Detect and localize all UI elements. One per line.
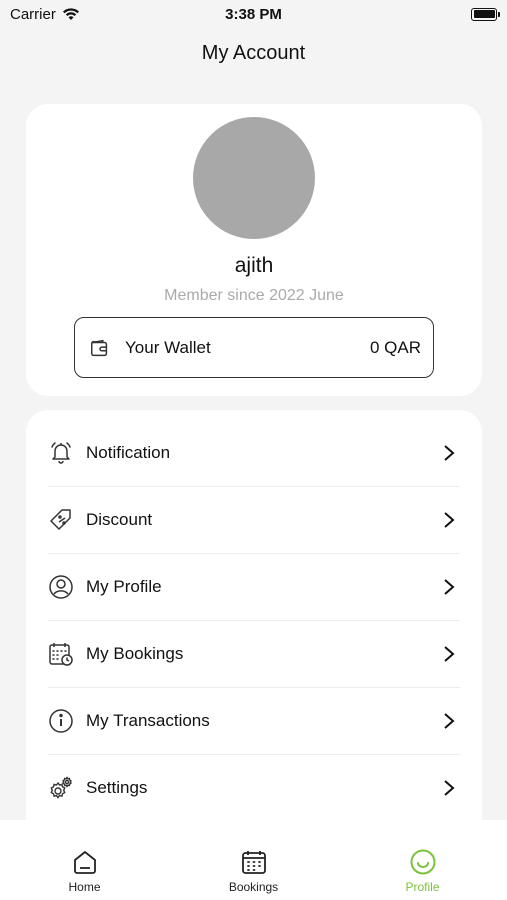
tab-label: Home [68,880,101,894]
status-left: Carrier [10,6,170,23]
avatar[interactable] [193,117,315,239]
menu-item-label: My Transactions [86,711,210,730]
status-right [337,7,500,21]
home-icon [73,851,96,874]
tab-label: Profile [405,880,440,894]
status-bar: Carrier 3:38 PM [0,0,507,28]
menu-item-my-profile[interactable]: My Profile [48,554,460,621]
menu-item-label: My Profile [86,577,162,596]
wifi-icon [62,8,79,20]
wallet-amount: 0 QAR [369,337,421,357]
wallet-icon [90,339,108,356]
chevron-right-icon [444,646,455,662]
wallet-button[interactable]: Your Wallet 0 QAR [74,317,434,378]
profile-icon [410,849,435,875]
tab-bar: Home Bookings Profile [0,820,507,900]
menu-item-notification[interactable]: Notification [48,420,460,487]
chevron-right-icon [444,445,455,461]
tab-home[interactable]: Home [0,820,169,900]
info-icon [48,708,74,734]
member-since-label: Member since 2022 June [164,287,344,304]
menu-item-my-bookings[interactable]: My Bookings [48,621,460,688]
calendar-clock-icon [48,641,74,667]
chevron-right-icon [444,780,455,796]
menu-card: Notification Discount My Profile My Book… [26,410,482,840]
menu-item-label: My Bookings [86,644,184,663]
menu-item-label: Notification [86,443,171,462]
wallet-label: Your Wallet [125,337,211,357]
menu-item-my-transactions[interactable]: My Transactions [48,688,460,755]
chevron-right-icon [444,713,455,729]
menu-item-label: Discount [86,510,153,529]
carrier-label: Carrier [10,5,56,23]
chevron-right-icon [444,579,455,595]
battery-icon [471,7,500,21]
tab-bookings[interactable]: Bookings [169,820,338,900]
calendar-icon [241,851,266,874]
tag-icon [48,507,74,533]
menu-item-discount[interactable]: Discount [48,487,460,554]
menu-item-label: Settings [86,778,148,797]
user-name: ajith [234,254,274,277]
bell-icon [48,440,74,466]
chevron-right-icon [444,512,455,528]
profile-card: ajith Member since 2022 June Your Wallet… [26,104,482,396]
user-circle-icon [48,574,74,600]
status-time: 3:38 PM [225,5,282,23]
tab-label: Bookings [228,880,279,894]
gear-icon [48,775,74,801]
tab-profile[interactable]: Profile [338,820,507,900]
page-title: My Account [201,42,306,64]
menu-item-settings[interactable]: Settings [48,755,460,822]
